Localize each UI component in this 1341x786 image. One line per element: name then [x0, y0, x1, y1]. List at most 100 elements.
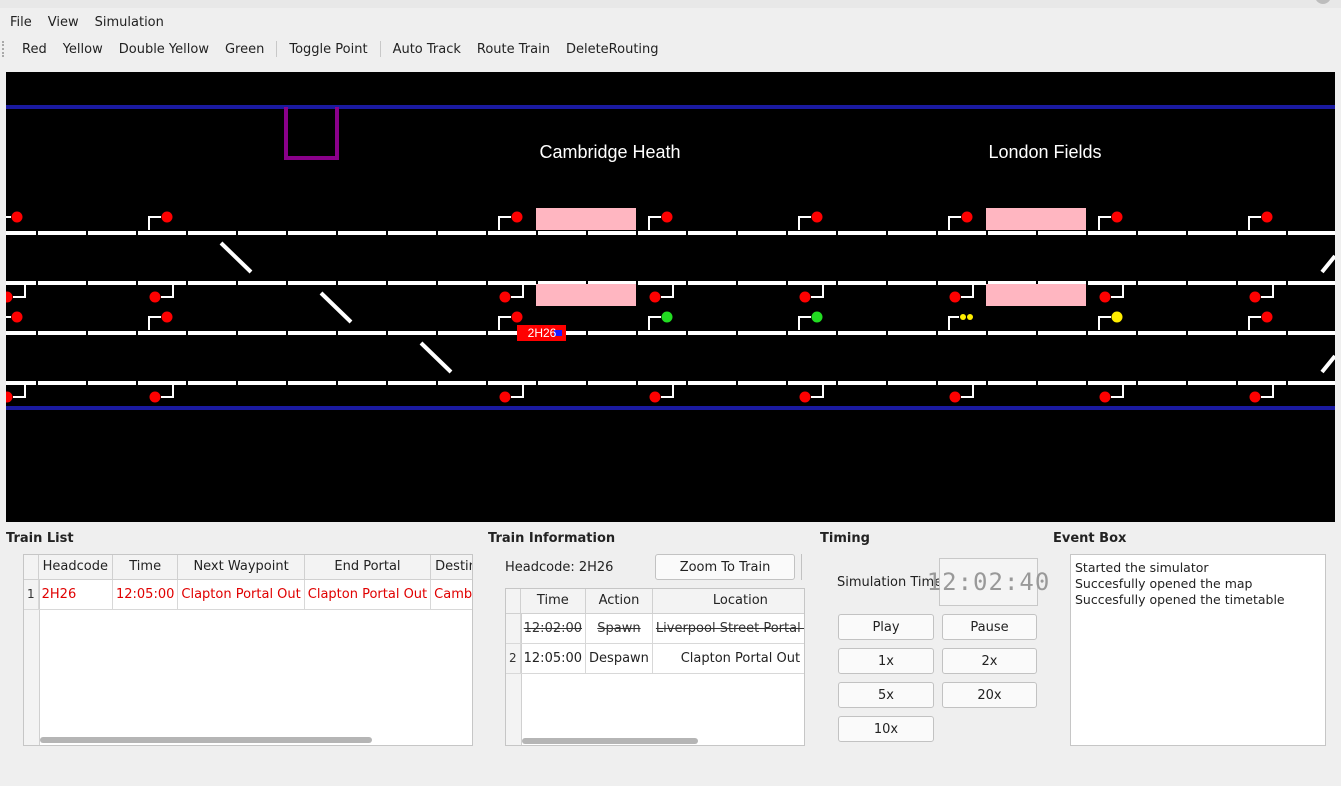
track-joint — [1286, 331, 1288, 335]
signal-light[interactable] — [1249, 291, 1261, 303]
cell-time[interactable]: 12:02:00 — [520, 613, 587, 644]
window-close-icon[interactable] — [1315, 0, 1331, 4]
signal-light[interactable] — [799, 391, 811, 403]
col-action[interactable]: Action — [585, 589, 653, 614]
signal-light[interactable] — [799, 291, 811, 303]
crossover-points[interactable] — [419, 341, 453, 374]
col-location[interactable]: Location — [652, 589, 804, 614]
signal-light[interactable] — [811, 311, 823, 323]
cell-time[interactable]: 12:05:00 — [112, 579, 179, 610]
cell-next-waypoint[interactable]: Clapton Portal Out — [177, 579, 305, 610]
cell-time[interactable]: 12:05:00 — [520, 643, 587, 674]
track-map[interactable]: Cambridge Heath London Fields 2H26 — [6, 72, 1335, 522]
track-line-2[interactable] — [6, 281, 1335, 285]
toggle-point-button[interactable]: Toggle Point — [281, 42, 375, 57]
event-log[interactable]: Started the simulator Succesfully opened… — [1070, 554, 1326, 746]
pause-button[interactable]: Pause — [942, 614, 1037, 640]
signal-light[interactable] — [511, 311, 523, 323]
signal-light[interactable] — [1111, 311, 1123, 323]
signal-light[interactable] — [6, 391, 13, 403]
red-signal-button[interactable]: Red — [14, 42, 55, 57]
delete-routing-button[interactable]: DeleteRouting — [558, 42, 667, 57]
train-list-hscrollbar[interactable] — [40, 737, 372, 743]
track-line-4[interactable] — [6, 381, 1335, 385]
signal-light[interactable] — [149, 291, 161, 303]
toolbar-grip-icon[interactable] — [2, 41, 8, 57]
crossover-points[interactable] — [1320, 354, 1335, 374]
menu-file[interactable]: File — [2, 15, 40, 30]
route-train-button[interactable]: Route Train — [469, 42, 558, 57]
cell-destination[interactable]: Cambridge Heath — [430, 579, 472, 610]
crossover-points[interactable] — [219, 241, 253, 274]
signal-light[interactable] — [6, 291, 13, 303]
menu-view[interactable]: View — [40, 15, 87, 30]
play-button[interactable]: Play — [838, 614, 934, 640]
signal-light[interactable] — [811, 211, 823, 223]
track-joint — [1236, 281, 1238, 285]
col-next-waypoint[interactable]: Next Waypoint — [177, 555, 305, 580]
crossover-points[interactable] — [1320, 254, 1335, 274]
signal-light[interactable] — [661, 211, 673, 223]
signal-light[interactable] — [649, 391, 661, 403]
signal-light[interactable] — [511, 211, 523, 223]
signal-light-double-yellow[interactable] — [960, 314, 966, 320]
signal-light[interactable] — [1261, 211, 1273, 223]
cell-location[interactable]: Clapton Portal Out — [652, 643, 804, 674]
green-signal-button[interactable]: Green — [217, 42, 272, 57]
signal-light[interactable] — [961, 211, 973, 223]
menu-simulation[interactable]: Simulation — [87, 15, 172, 30]
col-end-portal[interactable]: End Portal — [304, 555, 432, 580]
track-joint — [236, 381, 238, 385]
signal-light-double-yellow[interactable] — [967, 314, 973, 320]
track-joint — [1186, 281, 1188, 285]
signal-light[interactable] — [949, 391, 961, 403]
signal-light[interactable] — [161, 211, 173, 223]
signal-light[interactable] — [1099, 391, 1111, 403]
col-destination[interactable]: Destination — [430, 555, 472, 580]
crossover-points[interactable] — [319, 291, 353, 324]
signal-light[interactable] — [1111, 211, 1123, 223]
speed-10x-button[interactable]: 10x — [838, 716, 934, 742]
col-time[interactable]: Time — [112, 555, 179, 580]
signal-light[interactable] — [1261, 311, 1273, 323]
train-list-table[interactable]: Headcode Time Next Waypoint End Portal D… — [23, 554, 473, 746]
track-line-3[interactable] — [6, 331, 1335, 335]
cell-action[interactable]: Spawn — [585, 613, 653, 644]
yellow-signal-button[interactable]: Yellow — [55, 42, 111, 57]
track-joint — [1136, 281, 1138, 285]
speed-5x-button[interactable]: 5x — [838, 682, 934, 708]
schedule-hscrollbar[interactable] — [522, 738, 698, 744]
signal-light[interactable] — [161, 311, 173, 323]
track-map-canvas[interactable]: Cambridge Heath London Fields 2H26 — [6, 72, 1335, 522]
zoom-to-train-button[interactable]: Zoom To Train — [655, 554, 795, 580]
track-line-1[interactable] — [6, 231, 1335, 235]
signal-light[interactable] — [949, 291, 961, 303]
signal-light[interactable] — [499, 391, 511, 403]
portal-marker[interactable] — [284, 107, 339, 160]
auto-track-button[interactable]: Auto Track — [385, 42, 469, 57]
signal-light[interactable] — [661, 311, 673, 323]
signal-light[interactable] — [649, 291, 661, 303]
col-time[interactable]: Time — [520, 589, 587, 614]
signal-light[interactable] — [1099, 291, 1111, 303]
signal-light[interactable] — [1249, 391, 1261, 403]
panel-splitter[interactable] — [801, 554, 804, 580]
speed-2x-button[interactable]: 2x — [942, 648, 1037, 674]
signal-light[interactable] — [11, 211, 23, 223]
table-row[interactable]: 1 2H26 12:05:00 Clapton Portal Out Clapt… — [24, 579, 472, 610]
train-2h26[interactable]: 2H26 — [517, 325, 566, 341]
cell-location[interactable]: Liverpool Street Portal Fast In — [652, 613, 804, 644]
signal-light[interactable] — [11, 311, 23, 323]
double-yellow-signal-button[interactable]: Double Yellow — [111, 42, 217, 57]
signal-light[interactable] — [499, 291, 511, 303]
signal-light[interactable] — [149, 391, 161, 403]
col-headcode[interactable]: Headcode — [38, 555, 113, 580]
cell-action[interactable]: Despawn — [585, 643, 653, 674]
cell-end-portal[interactable]: Clapton Portal Out — [304, 579, 432, 610]
speed-20x-button[interactable]: 20x — [942, 682, 1037, 708]
speed-1x-button[interactable]: 1x — [838, 648, 934, 674]
table-row[interactable]: 12:02:00 Spawn Liverpool Street Portal F… — [506, 613, 804, 644]
table-row[interactable]: 2 12:05:00 Despawn Clapton Portal Out — [506, 643, 804, 674]
cell-headcode[interactable]: 2H26 — [38, 579, 113, 610]
train-schedule-table[interactable]: Time Action Location 12:02:00 Spawn Live… — [505, 588, 805, 746]
